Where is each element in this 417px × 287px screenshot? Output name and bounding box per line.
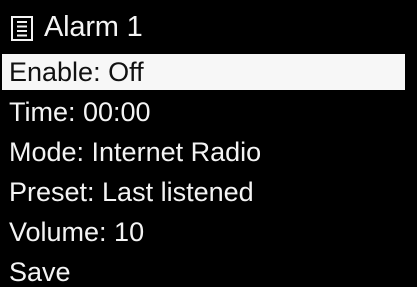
menu-item-mode[interactable]: Mode: Internet Radio	[0, 134, 417, 170]
menu-item-label: Save	[9, 257, 71, 287]
menu-item-label: Time: 00:00	[9, 97, 151, 127]
menu-item-label: Preset: Last listened	[9, 177, 254, 207]
menu-item-volume[interactable]: Volume: 10	[0, 214, 417, 250]
alarm-settings-screen: Alarm 1 Enable: Off Time: 00:00 Mode: In…	[0, 0, 417, 287]
alarm-menu-list: Enable: Off Time: 00:00 Mode: Internet R…	[0, 54, 417, 287]
screen-header: Alarm 1	[0, 7, 417, 47]
menu-item-save[interactable]: Save	[0, 254, 417, 287]
menu-item-time[interactable]: Time: 00:00	[0, 94, 417, 130]
menu-list-icon	[11, 16, 33, 41]
menu-item-label: Volume: 10	[9, 217, 145, 247]
menu-item-label: Mode: Internet Radio	[9, 137, 262, 167]
menu-item-preset[interactable]: Preset: Last listened	[0, 174, 417, 210]
menu-item-label: Enable: Off	[9, 57, 144, 87]
page-title: Alarm 1	[44, 11, 143, 43]
menu-item-enable[interactable]: Enable: Off	[2, 54, 405, 90]
